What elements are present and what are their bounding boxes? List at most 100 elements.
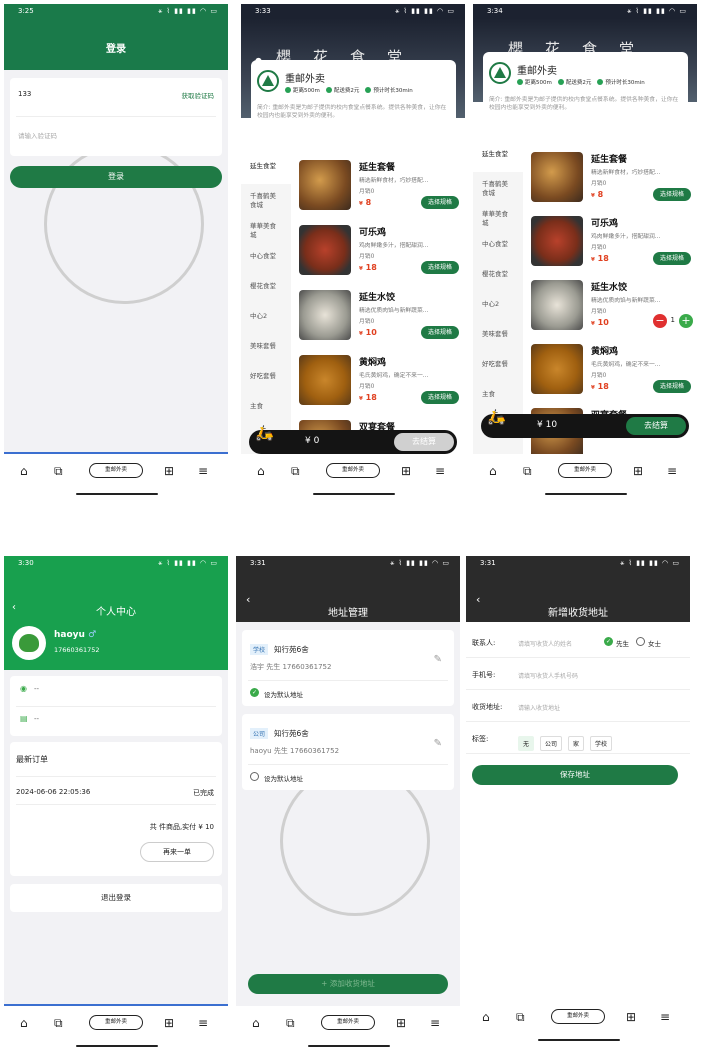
tabs-icon[interactable]: ⧉ bbox=[291, 464, 300, 479]
checkout-button[interactable]: 去结算 bbox=[394, 433, 454, 451]
category-item[interactable]: 華華美食城 bbox=[473, 202, 523, 232]
tabs-icon[interactable]: ⧉ bbox=[54, 1016, 63, 1031]
add-address-button[interactable]: + 添加收货地址 bbox=[248, 974, 448, 994]
checkout-button[interactable]: 去结算 bbox=[626, 417, 686, 435]
menu-item[interactable]: 延生套餐 精选新鲜食材，巧妙搭配... 月销0 ¥ 8 选择规格 bbox=[531, 150, 695, 210]
home-icon[interactable]: ⌂ bbox=[20, 1016, 28, 1030]
app-pill[interactable]: 重邮外卖 bbox=[89, 1015, 143, 1030]
menu-icon[interactable]: ≡ bbox=[667, 464, 677, 478]
plus-button[interactable]: + bbox=[679, 314, 693, 328]
app-pill[interactable]: 重邮外卖 bbox=[326, 463, 380, 478]
tag-option[interactable]: 学校 bbox=[590, 736, 613, 751]
app-pill[interactable]: 重邮外卖 bbox=[558, 463, 612, 478]
tabs-icon[interactable]: ⧉ bbox=[523, 464, 532, 479]
tabs-icon[interactable]: ⧉ bbox=[516, 1010, 525, 1025]
logout-button[interactable]: 退出登录 bbox=[10, 884, 222, 912]
item-desc: 精选优质肉馅与新鲜蔬菜... bbox=[359, 308, 429, 314]
apps-grid-icon[interactable]: ⊞ bbox=[633, 464, 643, 478]
menu-item[interactable]: 延生水饺 精选优质肉馅与新鲜蔬菜... 月销0 ¥ 10 − 1 + bbox=[531, 278, 695, 338]
unchecked-icon[interactable] bbox=[636, 637, 645, 646]
choose-spec-button[interactable]: 选择规格 bbox=[421, 326, 459, 339]
tabs-icon[interactable]: ⧉ bbox=[286, 1016, 295, 1031]
category-item[interactable]: 美味套餐 bbox=[473, 322, 523, 352]
home-icon[interactable]: ⌂ bbox=[252, 1016, 260, 1030]
choose-spec-button[interactable]: 选择规格 bbox=[421, 261, 459, 274]
apps-grid-icon[interactable]: ⊞ bbox=[401, 464, 411, 478]
delivery-scooter-icon[interactable]: 🛵 bbox=[255, 424, 281, 450]
menu-item[interactable]: 可乐鸡 鸡肉鲜嫩多汁，搭配甜润... 月销0 ¥ 18 选择规格 bbox=[531, 214, 695, 274]
tabs-icon[interactable]: ⧉ bbox=[54, 464, 63, 479]
home-icon[interactable]: ⌂ bbox=[20, 464, 28, 478]
item-sales: 月销0 bbox=[359, 319, 375, 325]
female-option[interactable]: 女士 bbox=[648, 638, 661, 648]
apps-grid-icon[interactable]: ⊞ bbox=[164, 1016, 174, 1030]
reorder-button[interactable]: 再来一单 bbox=[140, 842, 214, 862]
item-price: ¥ 18 bbox=[359, 263, 377, 272]
home-icon[interactable]: ⌂ bbox=[257, 464, 265, 478]
minus-button[interactable]: − bbox=[653, 314, 667, 328]
tag-option[interactable]: 无 bbox=[518, 736, 535, 751]
menu-item[interactable]: 黄焖鸡 毛氏黄焖鸡，确定不来一... 月销0 ¥ 18 选择规格 bbox=[531, 342, 695, 402]
menu-item[interactable]: 延生套餐 精选新鲜食材，巧妙搭配... 月销0 ¥ 8 选择规格 bbox=[299, 158, 463, 218]
choose-spec-button[interactable]: 选择规格 bbox=[653, 252, 691, 265]
save-address-button[interactable]: 保存地址 bbox=[472, 765, 678, 785]
shop-name: 重邮外卖 bbox=[517, 66, 557, 77]
contact-input[interactable]: 请填写收货人的姓名 bbox=[518, 639, 572, 648]
avatar[interactable] bbox=[12, 626, 46, 660]
home-icon[interactable]: ⌂ bbox=[489, 464, 497, 478]
category-item[interactable]: 中心2 bbox=[473, 292, 523, 322]
category-item[interactable]: 延生食堂 bbox=[473, 142, 523, 172]
edit-icon[interactable]: ✎ bbox=[434, 654, 442, 665]
choose-spec-button[interactable]: 选择规格 bbox=[653, 380, 691, 393]
menu-item[interactable]: 黄焖鸡 毛氏黄焖鸡，确定不来一... 月销0 ¥ 18 选择规格 bbox=[299, 353, 463, 413]
category-item[interactable]: 千喜鹤美食城 bbox=[473, 172, 523, 202]
menu-icon[interactable]: ≡ bbox=[198, 464, 208, 478]
category-item[interactable]: 好吃套餐 bbox=[473, 352, 523, 382]
menu-icon[interactable]: ≡ bbox=[660, 1010, 670, 1024]
address-input[interactable]: 请输入收货地址 bbox=[518, 703, 560, 712]
address-card[interactable]: 公司 知行苑6舍 haoyu 先生 17660361752 ✎ 设为默认地址 bbox=[242, 714, 454, 790]
apps-grid-icon[interactable]: ⊞ bbox=[164, 464, 174, 478]
choose-spec-button[interactable]: 选择规格 bbox=[421, 196, 459, 209]
category-item[interactable]: 好吃套餐 bbox=[241, 364, 291, 394]
home-icon[interactable]: ⌂ bbox=[482, 1010, 490, 1024]
apps-grid-icon[interactable]: ⊞ bbox=[626, 1010, 636, 1024]
category-item[interactable]: 中心2 bbox=[241, 304, 291, 334]
phone-input[interactable]: 133 bbox=[18, 90, 31, 98]
login-button[interactable]: 登录 bbox=[10, 166, 222, 188]
checked-icon[interactable]: ✓ bbox=[604, 637, 613, 646]
menu-item[interactable]: 延生水饺 精选优质肉馅与新鲜蔬菜... 月销0 ¥ 10 选择规格 bbox=[299, 288, 463, 348]
status-time: 3:30 bbox=[18, 559, 34, 567]
menu-icon[interactable]: ≡ bbox=[435, 464, 445, 478]
tag-option[interactable]: 公司 bbox=[540, 736, 563, 751]
male-option[interactable]: 先生 bbox=[616, 638, 629, 648]
login-form: 133 获取验证码 请输入验证码 bbox=[10, 78, 222, 156]
menu-icon[interactable]: ≡ bbox=[198, 1016, 208, 1030]
category-item[interactable]: 中心食堂 bbox=[473, 232, 523, 262]
tag-option[interactable]: 家 bbox=[568, 736, 585, 751]
category-item[interactable]: 千喜鹤美食城 bbox=[241, 184, 291, 214]
app-pill[interactable]: 重邮外卖 bbox=[321, 1015, 375, 1030]
checked-icon[interactable]: ✓ bbox=[250, 688, 259, 697]
menu-icon[interactable]: ≡ bbox=[430, 1016, 440, 1030]
category-item[interactable]: 中心食堂 bbox=[241, 244, 291, 274]
edit-icon[interactable]: ✎ bbox=[434, 738, 442, 749]
address-card[interactable]: 学校 知行苑6舍 浩宇 先生 17660361752 ✎ ✓ 设为默认地址 bbox=[242, 630, 454, 706]
category-item[interactable]: 延生食堂 bbox=[241, 154, 291, 184]
category-item[interactable]: 樱花食堂 bbox=[473, 262, 523, 292]
category-item[interactable]: 樱花食堂 bbox=[241, 274, 291, 304]
category-item[interactable]: 美味套餐 bbox=[241, 334, 291, 364]
app-pill[interactable]: 重邮外卖 bbox=[551, 1009, 605, 1024]
menu-item[interactable]: 可乐鸡 鸡肉鲜嫩多汁，搭配甜润... 月销0 ¥ 18 选择规格 bbox=[299, 223, 463, 283]
apps-grid-icon[interactable]: ⊞ bbox=[396, 1016, 406, 1030]
phone-input[interactable]: 请填写收货人手机号码 bbox=[518, 671, 578, 680]
unchecked-icon[interactable] bbox=[250, 772, 259, 781]
app-pill[interactable]: 重邮外卖 bbox=[89, 463, 143, 478]
delivery-scooter-icon[interactable]: 🛵 bbox=[487, 408, 513, 434]
get-code-button[interactable]: 获取验证码 bbox=[182, 90, 215, 100]
choose-spec-button[interactable]: 选择规格 bbox=[653, 188, 691, 201]
category-item[interactable]: 華華美食城 bbox=[241, 214, 291, 244]
code-input[interactable]: 请输入验证码 bbox=[18, 130, 57, 140]
choose-spec-button[interactable]: 选择规格 bbox=[421, 391, 459, 404]
category-item[interactable]: 主食 bbox=[241, 394, 291, 424]
